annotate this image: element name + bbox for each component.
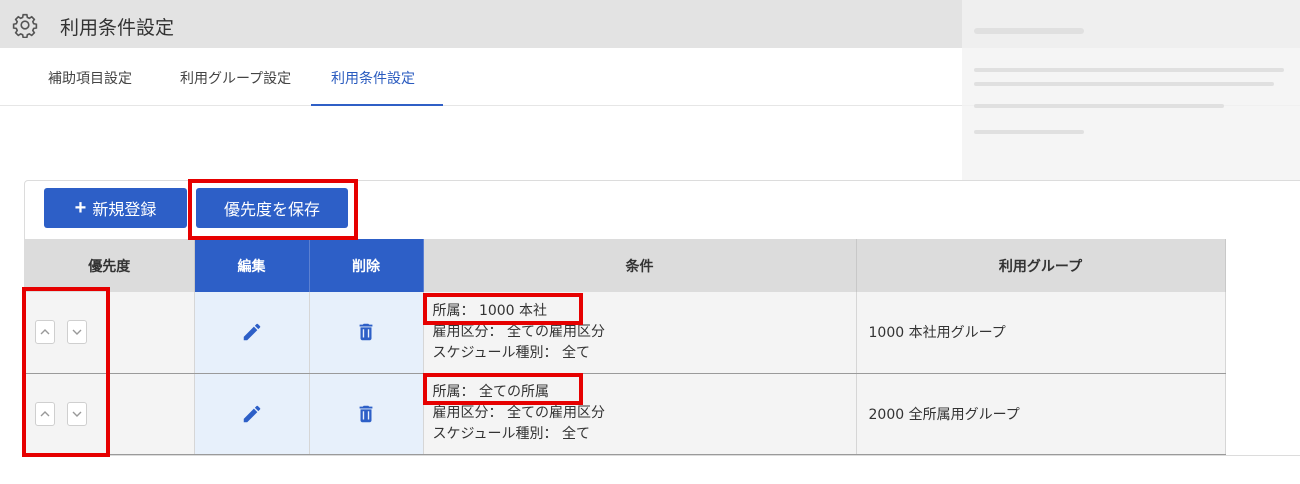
column-header-edit: 編集 xyxy=(194,239,310,292)
pencil-icon[interactable] xyxy=(241,403,263,425)
tab-usage-conditions[interactable]: 利用条件設定 xyxy=(331,68,415,88)
highlight-save-priority xyxy=(188,179,358,240)
active-tab-indicator xyxy=(311,104,443,106)
group-cell: 1000 本社用グループ xyxy=(856,292,1226,374)
ghost-line xyxy=(974,28,1084,34)
condition-employment: 雇用区分： 全ての雇用区分 xyxy=(432,405,605,421)
column-header-condition: 条件 xyxy=(423,239,857,292)
ghost-line xyxy=(974,104,1224,108)
edit-cell xyxy=(194,292,310,374)
column-header-group: 利用グループ xyxy=(856,239,1226,292)
condition-schedule: スケジュール種別： 全て xyxy=(432,344,590,361)
column-header-delete: 削除 xyxy=(309,239,424,292)
table-row: 所属： 1000 本社 雇用区分： 全ての雇用区分 スケジュール種別： 全て 1… xyxy=(25,292,1226,374)
tab-auxiliary-items[interactable]: 補助項目設定 xyxy=(48,68,132,88)
plus-icon: + xyxy=(74,196,87,219)
new-registration-label: 新規登録 xyxy=(92,202,157,219)
group-cell: 2000 全所属用グループ xyxy=(856,373,1226,455)
tab-usage-groups[interactable]: 利用グループ設定 xyxy=(180,68,291,88)
gear-icon xyxy=(12,13,38,38)
ghost-line xyxy=(974,68,1284,72)
edit-cell xyxy=(194,373,310,455)
highlight-affiliation-row1 xyxy=(423,293,583,325)
ghost-line xyxy=(974,82,1274,86)
ghost-line xyxy=(974,130,1084,134)
delete-cell xyxy=(309,373,424,455)
highlight-priority-arrows xyxy=(22,287,110,457)
conditions-table: 優先度 編集 削除 条件 利用グループ 所属： 1000 本社 雇用区分： 全て… xyxy=(25,239,1226,455)
page-title: 利用条件設定 xyxy=(60,17,175,39)
condition-schedule: スケジュール種別： 全て xyxy=(432,426,590,442)
highlight-affiliation-row2 xyxy=(423,373,583,405)
new-registration-button[interactable]: + 新規登録 xyxy=(44,188,187,228)
trash-icon[interactable] xyxy=(355,402,377,426)
table-row: 所属： 全ての所属 雇用区分： 全ての雇用区分 スケジュール種別： 全て 200… xyxy=(25,373,1226,455)
trash-icon[interactable] xyxy=(355,320,377,344)
delete-cell xyxy=(309,292,424,374)
pencil-icon[interactable] xyxy=(241,321,263,343)
column-header-priority: 優先度 xyxy=(25,239,195,292)
